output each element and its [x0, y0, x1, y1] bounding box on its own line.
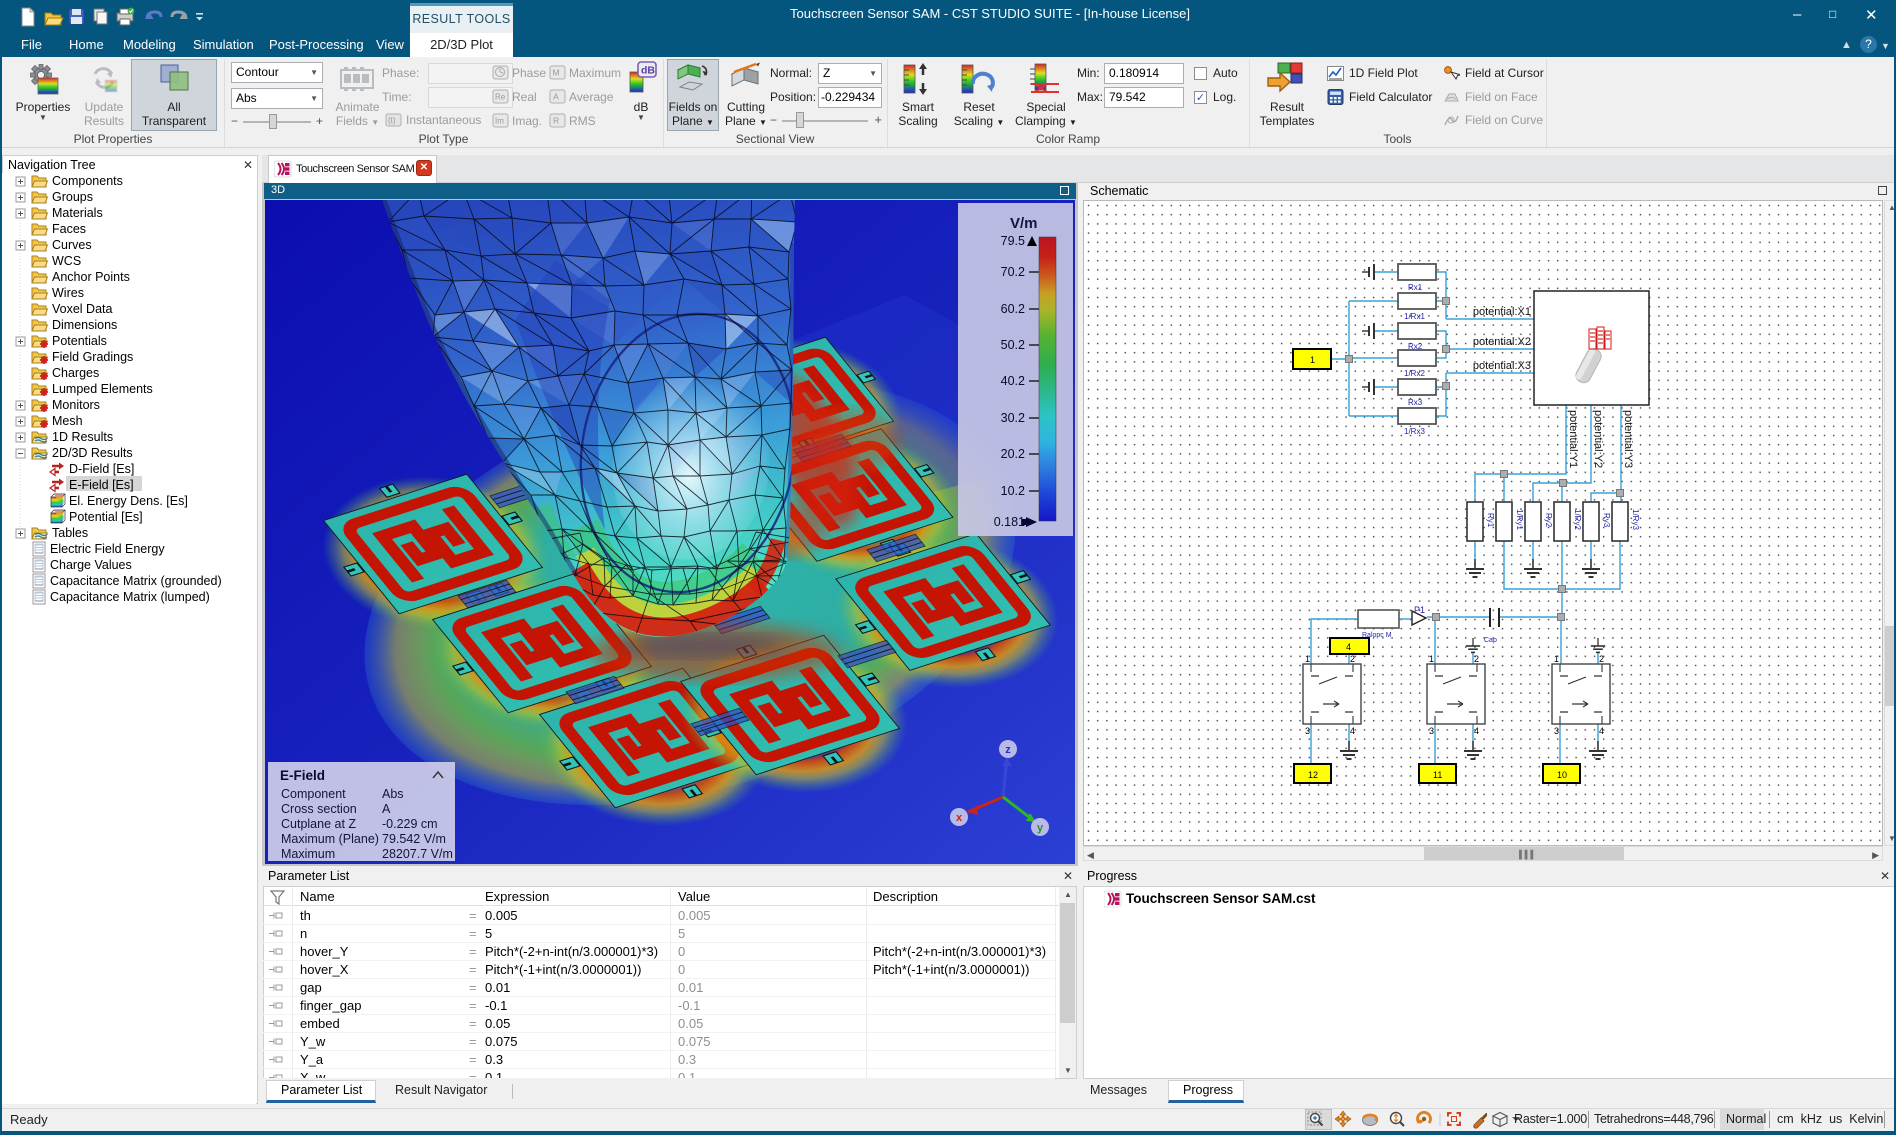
svg-text:3: 3 — [1429, 726, 1434, 736]
svg-text:11: 11 — [1433, 770, 1442, 780]
svg-text:Ry2: Ry2 — [1544, 513, 1553, 528]
svg-text:0.181: 0.181 — [994, 515, 1025, 529]
svg-text:A: A — [382, 802, 391, 816]
svg-text:1/Ry1: 1/Ry1 — [1515, 509, 1524, 530]
svg-text:R: R — [553, 116, 559, 126]
svg-text:2: 2 — [1474, 654, 1479, 664]
svg-text:(t): (t) — [388, 116, 396, 125]
svg-text:12: 12 — [1308, 770, 1318, 780]
svg-text:28207.7 V/m: 28207.7 V/m — [382, 847, 453, 861]
svg-text:potential:X1: potential:X1 — [1473, 306, 1531, 318]
svg-text:V/m: V/m — [1010, 215, 1038, 232]
svg-text:4: 4 — [1474, 726, 1479, 736]
svg-text:1: 1 — [1310, 355, 1315, 365]
svg-text:1/Rx1: 1/Rx1 — [1404, 312, 1425, 321]
svg-text:50.2: 50.2 — [1001, 338, 1025, 352]
svg-text:Abs: Abs — [382, 787, 404, 801]
svg-text:potential:X2: potential:X2 — [1473, 336, 1531, 348]
svg-text:Maximum: Maximum — [281, 847, 335, 861]
svg-text:-0.229 cm: -0.229 cm — [382, 817, 438, 831]
svg-text:30.2: 30.2 — [1001, 411, 1025, 425]
svg-text:Re: Re — [495, 93, 506, 102]
svg-text:4: 4 — [1599, 726, 1604, 736]
svg-text:potential:Y2: potential:Y2 — [1592, 410, 1604, 468]
svg-text:y: y — [1037, 822, 1044, 834]
svg-text:dB: dB — [641, 65, 655, 77]
svg-text:Component: Component — [281, 787, 346, 801]
svg-text:x: x — [956, 812, 963, 824]
svg-text:M: M — [553, 68, 560, 78]
svg-text:4: 4 — [1350, 726, 1355, 736]
svg-text:1/Ry3: 1/Ry3 — [1631, 509, 1640, 530]
svg-text:3: 3 — [1305, 726, 1310, 736]
svg-text:79.5: 79.5 — [1001, 234, 1025, 248]
svg-text:potential:Y3: potential:Y3 — [1622, 410, 1634, 468]
svg-text:70.2: 70.2 — [1001, 265, 1025, 279]
svg-text:Im: Im — [495, 117, 504, 126]
svg-text:3: 3 — [1554, 726, 1559, 736]
svg-text:A: A — [553, 92, 559, 102]
svg-text:Cross section: Cross section — [281, 802, 357, 816]
svg-text:E-Field: E-Field — [280, 768, 325, 783]
svg-text:1: 1 — [1554, 654, 1559, 664]
svg-text:potential:Y1: potential:Y1 — [1567, 410, 1579, 468]
svg-text:2: 2 — [1350, 654, 1355, 664]
svg-text:Rx2: Rx2 — [1408, 342, 1423, 351]
svg-text:Ry1: Ry1 — [1486, 513, 1495, 528]
svg-text:Cutplane at Z: Cutplane at Z — [281, 817, 356, 831]
svg-text:40.2: 40.2 — [1001, 374, 1025, 388]
svg-text:60.2: 60.2 — [1001, 302, 1025, 316]
svg-text:z: z — [1005, 744, 1011, 756]
svg-text:1/Ry2: 1/Ry2 — [1573, 509, 1582, 530]
svg-text:Rx3: Rx3 — [1408, 398, 1423, 407]
svg-text:2: 2 — [1599, 654, 1604, 664]
svg-text:20.2: 20.2 — [1001, 447, 1025, 461]
svg-text:Rx1: Rx1 — [1408, 283, 1423, 292]
svg-text:10: 10 — [1557, 770, 1567, 780]
svg-text:Ry3: Ry3 — [1602, 513, 1611, 528]
svg-text:10.2: 10.2 — [1001, 484, 1025, 498]
svg-text:1: 1 — [1305, 654, 1310, 664]
svg-text:1: 1 — [1429, 654, 1434, 664]
svg-text:Maximum (Plane): Maximum (Plane) — [281, 832, 379, 846]
svg-text:4: 4 — [1346, 642, 1351, 652]
svg-text:potential:X3: potential:X3 — [1473, 360, 1531, 372]
svg-text:79.542 V/m: 79.542 V/m — [382, 832, 446, 846]
svg-text:1/Rx2: 1/Rx2 — [1404, 369, 1425, 378]
svg-text:1/Rx3: 1/Rx3 — [1404, 427, 1425, 436]
svg-text:Cap: Cap — [1484, 637, 1497, 644]
